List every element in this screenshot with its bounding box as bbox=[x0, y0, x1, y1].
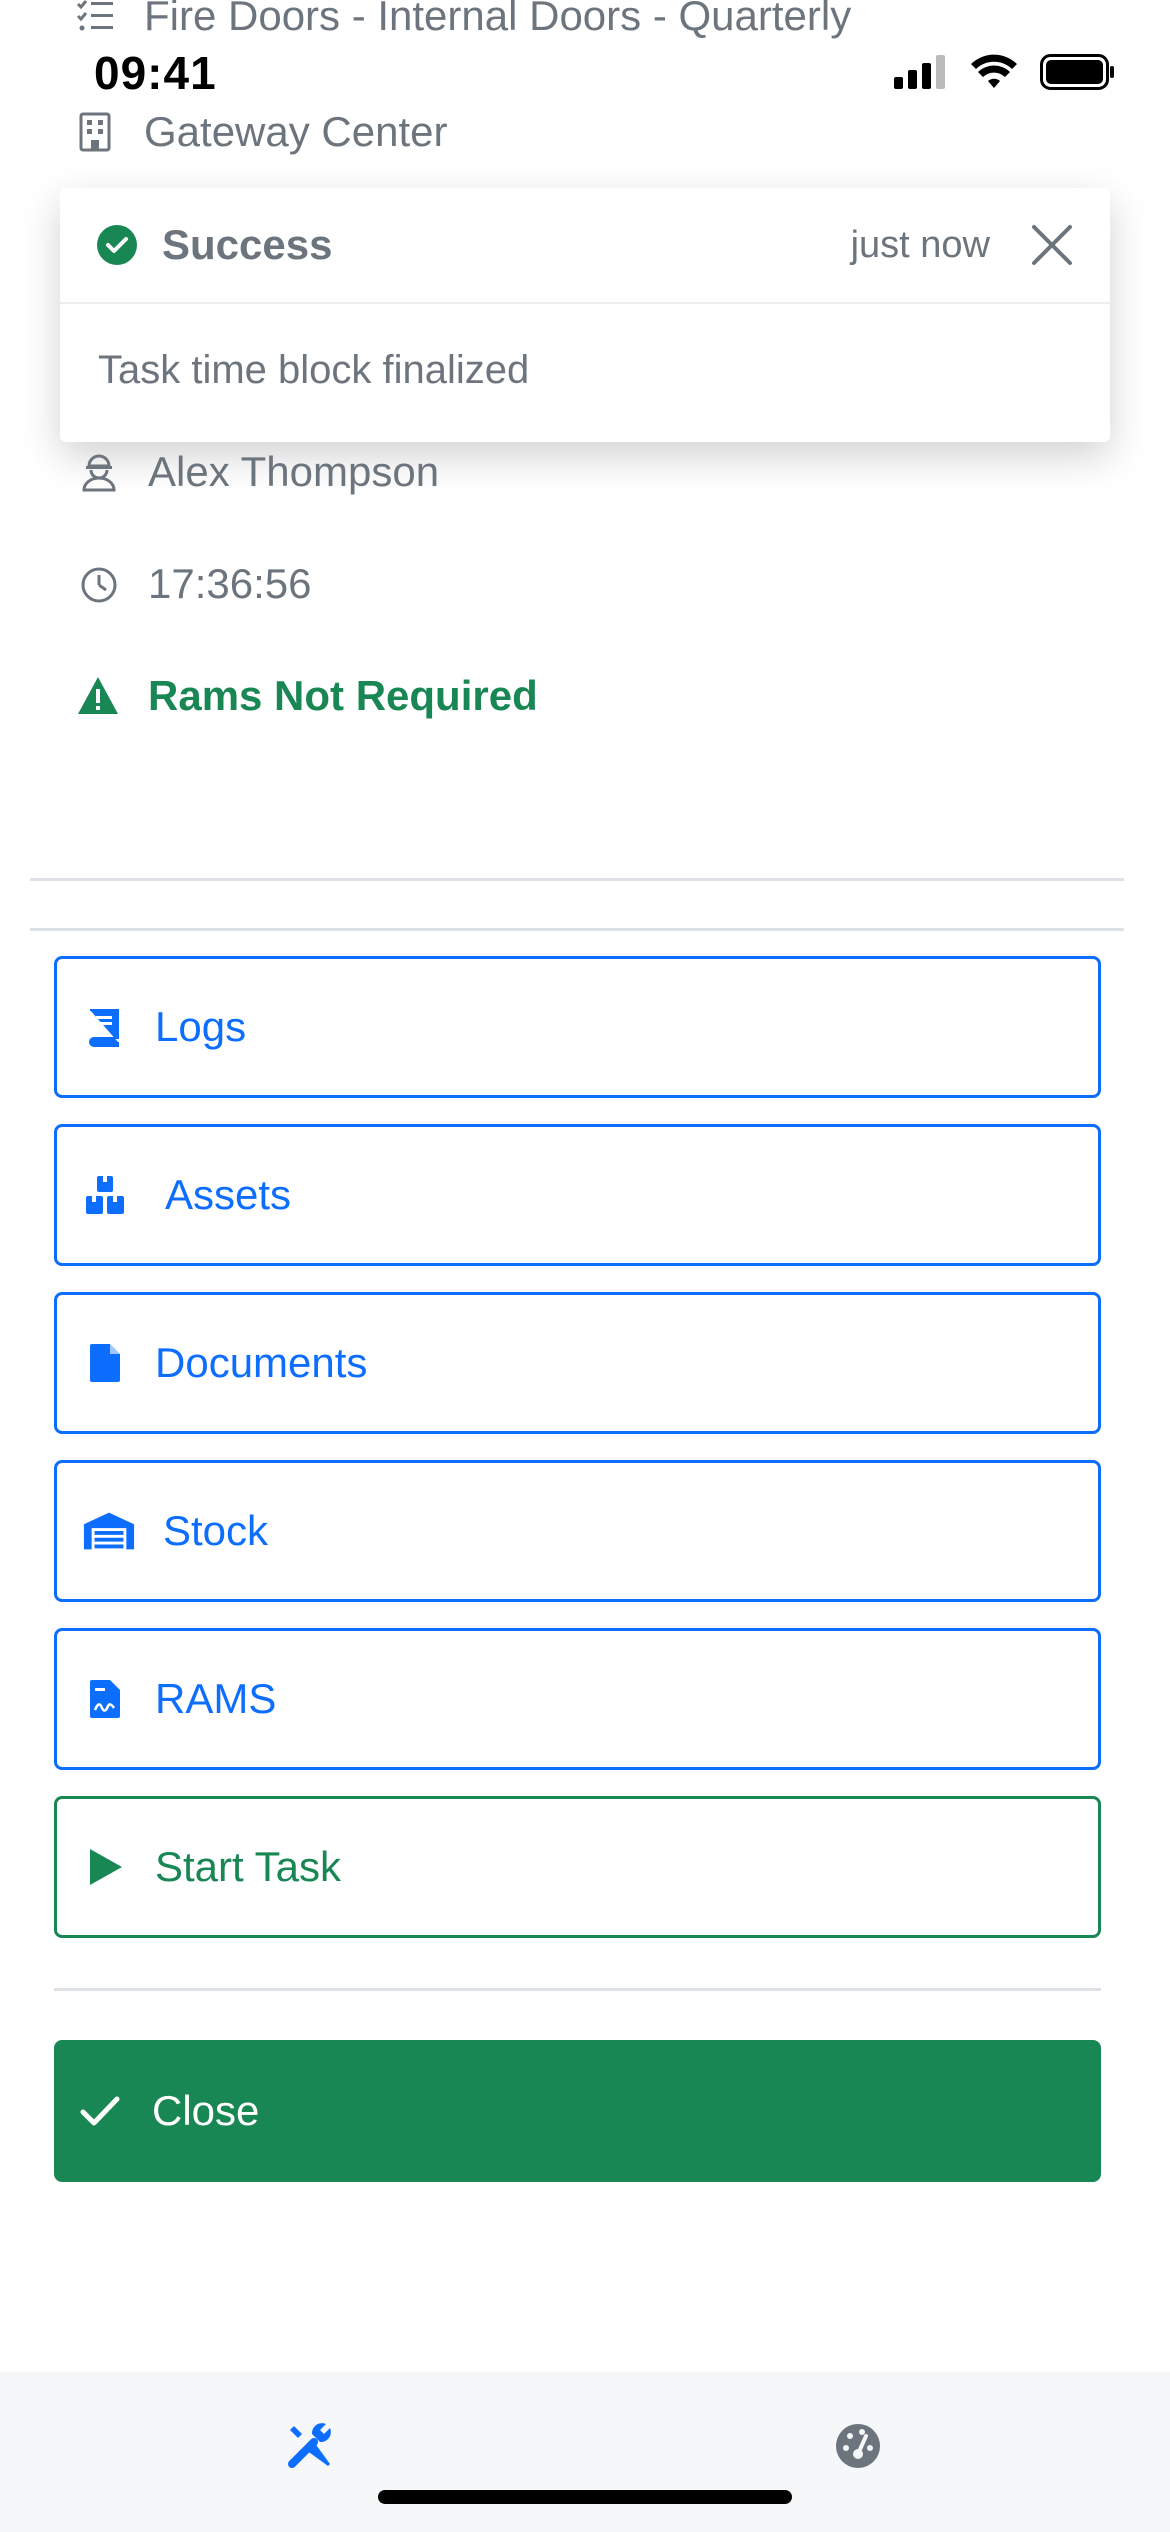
tab-dashboard[interactable] bbox=[832, 2420, 884, 2472]
site-name: Gateway Center bbox=[144, 108, 448, 155]
engineer-row: Alex Thompson bbox=[76, 448, 439, 496]
toast-message: Task time block finalized bbox=[98, 348, 530, 392]
toast-header: Success just now bbox=[60, 188, 1110, 304]
play-icon bbox=[81, 1843, 129, 1891]
task-title: Fire Doors - Internal Doors - Quarterly bbox=[144, 0, 852, 39]
close-button[interactable]: Close bbox=[54, 2040, 1101, 2182]
rams-status: Rams Not Required bbox=[76, 672, 538, 720]
list-check-icon bbox=[72, 0, 118, 39]
assets-label: Assets bbox=[165, 1171, 292, 1218]
duration-value: 17:36:56 bbox=[148, 560, 312, 607]
wifi-icon bbox=[971, 54, 1017, 88]
checkmark-icon bbox=[80, 2096, 120, 2126]
logs-label: Logs bbox=[155, 1003, 247, 1050]
worker-icon bbox=[76, 449, 122, 495]
check-circle-icon bbox=[97, 225, 137, 265]
duration-row: 17:36:56 bbox=[76, 560, 312, 608]
logs-button[interactable]: Logs bbox=[54, 956, 1101, 1098]
start-task-button[interactable]: Start Task bbox=[54, 1796, 1101, 1938]
warehouse-icon bbox=[81, 1507, 137, 1555]
documents-label: Documents bbox=[155, 1339, 368, 1386]
stock-label: Stock bbox=[163, 1507, 269, 1554]
status-bar-icons bbox=[894, 54, 1116, 90]
bottom-tab-bar bbox=[0, 2372, 1170, 2532]
toast-title: Success bbox=[162, 221, 333, 268]
book-icon bbox=[81, 1003, 129, 1051]
file-signature-icon bbox=[81, 1675, 129, 1723]
rams-button[interactable]: RAMS bbox=[54, 1628, 1101, 1770]
start-task-label: Start Task bbox=[155, 1843, 341, 1890]
close-icon[interactable] bbox=[1030, 223, 1074, 267]
assets-button[interactable]: Assets bbox=[54, 1124, 1101, 1266]
documents-button[interactable]: Documents bbox=[54, 1292, 1101, 1434]
status-bar-time: 09:41 bbox=[94, 47, 217, 99]
task-title-row: Fire Doors - Internal Doors - Quarterly bbox=[72, 0, 851, 40]
success-toast: Success just now Task time block finaliz… bbox=[60, 188, 1110, 442]
section-divider bbox=[30, 878, 1124, 881]
home-indicator bbox=[378, 2490, 792, 2504]
tab-tools[interactable] bbox=[284, 2420, 336, 2472]
warning-triangle-icon bbox=[78, 677, 118, 714]
section-divider bbox=[30, 928, 1124, 931]
toast-time: just now bbox=[850, 223, 990, 266]
close-label: Close bbox=[152, 2087, 260, 2134]
site-row: Gateway Center bbox=[72, 108, 447, 156]
file-icon bbox=[81, 1339, 129, 1387]
tools-icon bbox=[288, 2423, 331, 2468]
rams-label: RAMS bbox=[155, 1675, 277, 1722]
battery-icon bbox=[1040, 54, 1114, 90]
stock-button[interactable]: Stock bbox=[54, 1460, 1101, 1602]
building-icon bbox=[72, 109, 118, 155]
cellular-signal-icon bbox=[894, 55, 945, 89]
rams-status-text: Rams Not Required bbox=[148, 672, 538, 719]
actions-divider bbox=[54, 1988, 1101, 1991]
boxes-icon bbox=[81, 1171, 129, 1219]
dashboard-gauge-icon bbox=[836, 2424, 880, 2468]
engineer-name: Alex Thompson bbox=[148, 448, 440, 495]
stopwatch-icon bbox=[76, 561, 122, 607]
